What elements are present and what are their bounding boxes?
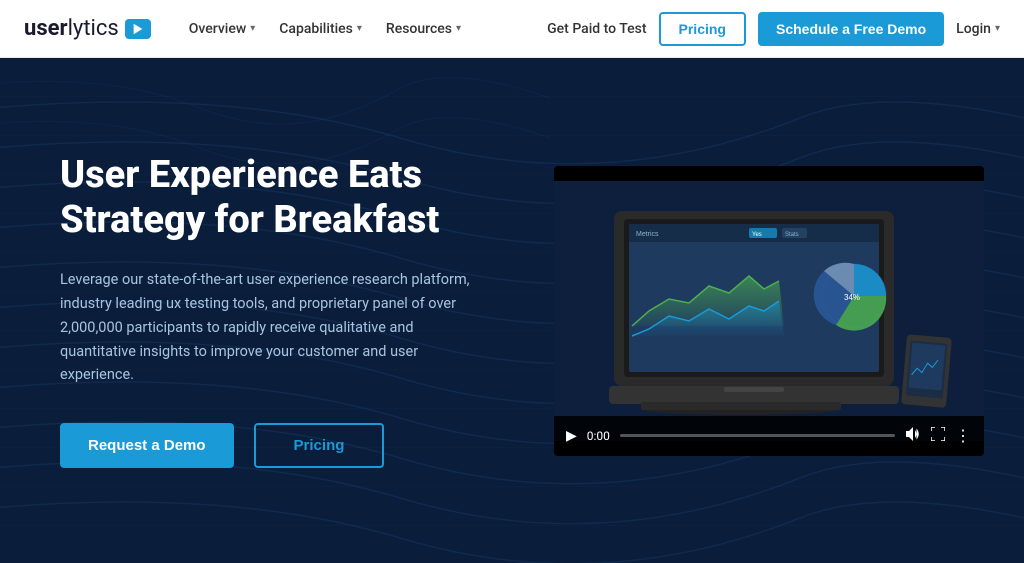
- nav-menu: Overview ▾ Capabilities ▾ Resources ▾: [179, 15, 547, 43]
- video-wrapper: Metrics Yes Stats: [554, 166, 984, 456]
- get-paid-link[interactable]: Get Paid to Test: [547, 21, 646, 37]
- nav-right: Get Paid to Test Pricing Schedule a Free…: [547, 12, 1000, 46]
- chevron-down-icon: ▾: [995, 23, 1000, 34]
- hero-content: User Experience Eats Strategy for Breakf…: [60, 153, 540, 469]
- time-display: 0:00: [587, 429, 610, 443]
- hero-subtitle: Leverage our state-of-the-art user exper…: [60, 268, 480, 388]
- nav-item-resources[interactable]: Resources ▾: [376, 15, 471, 43]
- logo-icon: [125, 19, 151, 39]
- fullscreen-icon[interactable]: [931, 427, 945, 445]
- progress-bar[interactable]: [620, 434, 895, 437]
- svg-text:34%: 34%: [844, 293, 860, 302]
- laptop-illustration: Metrics Yes Stats: [554, 166, 984, 456]
- svg-text:Stats: Stats: [785, 232, 799, 238]
- chevron-down-icon: ▾: [250, 23, 255, 34]
- hero-section: .wave-line { fill: none; stroke: rgba(40…: [0, 58, 1024, 563]
- chevron-down-icon: ▾: [357, 23, 362, 34]
- nav-item-capabilities[interactable]: Capabilities ▾: [269, 15, 372, 43]
- hero-pricing-button[interactable]: Pricing: [254, 423, 385, 468]
- hero-video: Metrics Yes Stats: [554, 166, 984, 456]
- pricing-button[interactable]: Pricing: [659, 12, 746, 46]
- logo-user: user: [24, 16, 68, 41]
- navbar: userlytics Overview ▾ Capabilities ▾ Res…: [0, 0, 1024, 58]
- video-controls: ▶ 0:00 ⋮: [554, 416, 984, 456]
- volume-icon[interactable]: [905, 427, 921, 445]
- request-demo-button[interactable]: Request a Demo: [60, 423, 234, 468]
- schedule-demo-button[interactable]: Schedule a Free Demo: [758, 12, 944, 46]
- login-button[interactable]: Login ▾: [956, 21, 1000, 37]
- svg-text:Yes: Yes: [752, 232, 762, 238]
- play-button[interactable]: ▶: [566, 428, 577, 444]
- hero-title: User Experience Eats Strategy for Breakf…: [60, 153, 540, 244]
- hero-buttons: Request a Demo Pricing: [60, 423, 540, 468]
- logo[interactable]: userlytics: [24, 16, 151, 41]
- nav-item-overview[interactable]: Overview ▾: [179, 15, 266, 43]
- logo-lytics: lytics: [68, 16, 119, 41]
- logo-play-icon: [131, 22, 145, 36]
- chevron-down-icon: ▾: [456, 23, 461, 34]
- svg-text:Metrics: Metrics: [636, 231, 659, 238]
- more-options-icon[interactable]: ⋮: [955, 426, 972, 445]
